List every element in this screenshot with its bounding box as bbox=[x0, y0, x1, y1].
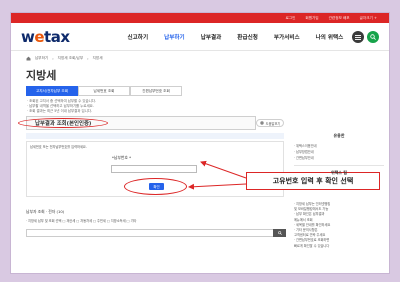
help-button[interactable]: 도움말보기 bbox=[256, 119, 284, 127]
sidebar-link[interactable]: · 간편납부안내 bbox=[294, 155, 384, 161]
home-icon[interactable] bbox=[26, 56, 31, 61]
help-label: 도움말보기 bbox=[265, 121, 281, 126]
nav-my-wetax[interactable]: 나의 위택스 bbox=[316, 33, 344, 41]
payment-number-label: *납부번호 * bbox=[112, 155, 131, 160]
confirm-button[interactable]: 확인 bbox=[149, 183, 164, 190]
search-input[interactable] bbox=[26, 229, 276, 237]
note-line: · 조회 결과는 최근 5년 이내 납부결과 입니다. bbox=[27, 109, 92, 113]
tab-tax-number[interactable]: 납세번호 조회 bbox=[78, 86, 130, 96]
breadcrumb-item[interactable]: 지방세 조회/납부 bbox=[58, 56, 84, 61]
highlight-oval-section bbox=[18, 118, 108, 128]
topbar-link-signup[interactable]: 회원가입 bbox=[305, 16, 318, 21]
nav-refund[interactable]: 환급신청 bbox=[237, 33, 258, 41]
search-submit-button[interactable] bbox=[273, 229, 286, 237]
sidebar-tips: · 지방세 납부는 인터넷뱅킹 및 모바일뱅킹에서도 가능 · 납부 확인은 납… bbox=[294, 202, 384, 249]
nav-report[interactable]: 신고하기 bbox=[128, 33, 149, 41]
breadcrumb-separator: › bbox=[52, 56, 54, 61]
topbar-link-fontsize[interactable]: 글자크기 + bbox=[360, 16, 377, 21]
tab-bar: 고지서/전자납부 조회 납세번호 조회 간편납부번호 조회 bbox=[26, 86, 182, 96]
sidebar-divider bbox=[294, 165, 384, 166]
breadcrumb: 납부하기 › 지방세 조회/납부 › 지방세 bbox=[26, 56, 103, 61]
nav-services[interactable]: 부가서비스 bbox=[274, 33, 300, 41]
question-circle-icon bbox=[259, 121, 264, 125]
topbar-link-login[interactable]: 로그인 bbox=[285, 16, 295, 21]
page-title: 지방세 bbox=[26, 69, 57, 82]
notice-banner: 납세번호 또는 전자납부번호를 입력하세요. bbox=[26, 133, 284, 149]
sidebar-heading: 유용한 bbox=[333, 133, 345, 138]
topbar-link-info[interactable]: 관련정보 배포 bbox=[329, 16, 350, 21]
info-notes: · 조회된 고지서 중 선택하여 납부할 수 있습니다. · 납부할 내역을 선… bbox=[27, 99, 252, 114]
browser-frame: 로그인 회원가입 관련정보 배포 글자크기 + wetax 신고하기 납부하기 … bbox=[10, 12, 390, 274]
right-sidebar: 유용한 · 위택스이용안내 · 납부방법안내 · 간편납부안내 위택스 팁 bbox=[294, 133, 384, 180]
breadcrumb-item[interactable]: 납부하기 bbox=[35, 56, 48, 61]
search-options[interactable]: · 지방세 납부 및 조회 선택 □ 재산세 □ 자동차세 □ 주민세 □ 지방… bbox=[26, 218, 284, 223]
wetax-logo[interactable]: wetax bbox=[21, 28, 70, 46]
payment-number-input[interactable] bbox=[111, 165, 197, 173]
sidebar-tips-heading: 위택스 팁 bbox=[330, 170, 348, 175]
breadcrumb-separator: › bbox=[87, 56, 89, 61]
search-icon[interactable] bbox=[367, 31, 379, 43]
site-header: wetax 신고하기 납부하기 납부결과 환급신청 부가서비스 나의 위택스 bbox=[11, 23, 389, 51]
top-utility-bar: 로그인 회원가입 관련정보 배포 글자크기 + bbox=[11, 13, 389, 23]
search-section: 납부자 조회 · 전자 (10) · 지방세 납부 및 조회 선택 □ 재산세 … bbox=[26, 209, 284, 226]
search-icon bbox=[277, 231, 282, 235]
main-nav: 신고하기 납부하기 납부결과 환급신청 부가서비스 나의 위택스 bbox=[128, 33, 344, 41]
menu-icon[interactable] bbox=[352, 31, 364, 43]
nav-result[interactable]: 납부결과 bbox=[201, 33, 222, 41]
nav-pay[interactable]: 납부하기 bbox=[164, 33, 185, 41]
sidebar-tip: 빠르게 확인할 수 있습니다 bbox=[294, 243, 330, 248]
tab-bill-lookup[interactable]: 고지서/전자납부 조회 bbox=[26, 86, 78, 96]
search-title: 납부자 조회 · 전자 (10) bbox=[26, 209, 65, 214]
breadcrumb-item[interactable]: 지방세 bbox=[93, 56, 103, 61]
tab-simple-pay[interactable]: 간편납부번호 조회 bbox=[130, 86, 182, 96]
